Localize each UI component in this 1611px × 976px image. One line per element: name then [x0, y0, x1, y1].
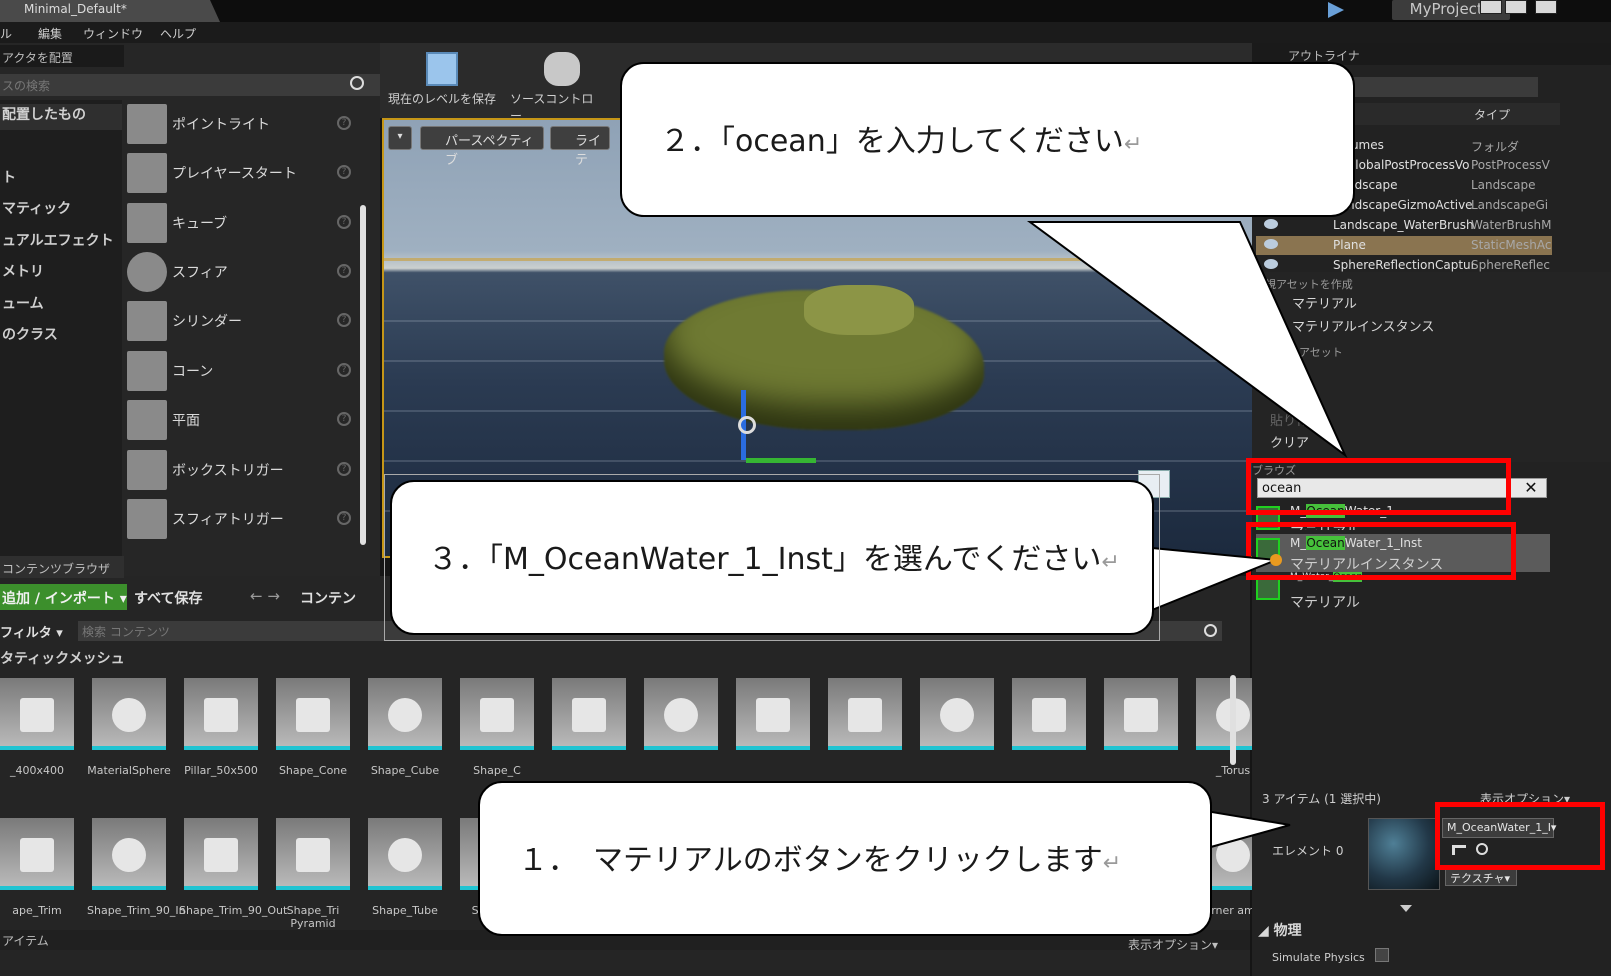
callout-step-2-text: ２．「ocean」を入力してください↵ [660, 116, 1142, 160]
pointer-anchor-dot [1270, 554, 1282, 566]
callout-2-pointer [1026, 221, 1348, 459]
callout-step-1-text: １． マテリアルのボタンをクリックします↵ [518, 835, 1121, 879]
callout-step-3-handles [384, 474, 1160, 641]
callout-step-1-label: １． マテリアルのボタンをクリックします [518, 843, 1103, 878]
callout-step-2: ２．「ocean」を入力してください↵ [620, 62, 1355, 217]
callout-step-2-label: ２．「ocean」を入力してください [660, 124, 1124, 159]
return-mark: ↵ [1123, 132, 1143, 157]
callout-step-1: １． マテリアルのボタンをクリックします↵ [478, 781, 1212, 936]
return-mark: ↵ [1102, 851, 1122, 876]
callout-3-pointer [1151, 546, 1277, 612]
callout-1-pointer [1199, 808, 1291, 852]
